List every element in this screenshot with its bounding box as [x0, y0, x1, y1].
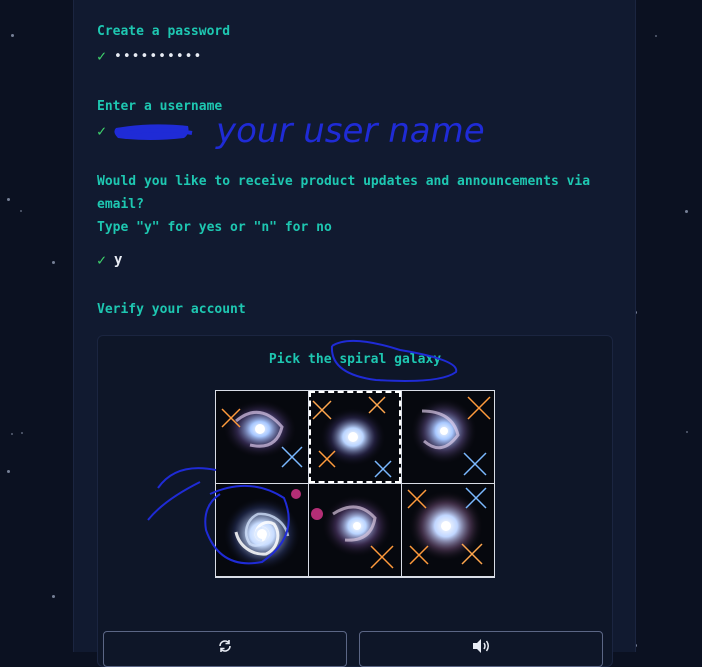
updates-question-line1: Would you like to receive product update…	[97, 174, 591, 189]
updates-instruction: Type "y" for yes or "n" for no	[97, 220, 332, 235]
star	[686, 431, 688, 433]
star	[655, 35, 657, 37]
password-value: ••••••••••	[114, 48, 203, 64]
reload-captcha-button[interactable]	[103, 631, 347, 667]
captcha-prompt: Pick the spiral galaxy	[268, 352, 442, 367]
star	[52, 595, 55, 598]
star	[52, 261, 55, 264]
star	[11, 433, 13, 435]
username-label: Enter a username	[97, 99, 223, 114]
check-icon: ✓	[97, 122, 107, 140]
galaxy-tile-3[interactable]	[402, 391, 494, 483]
star	[7, 470, 10, 473]
star	[20, 210, 22, 212]
star	[11, 34, 14, 37]
galaxy-tile-2[interactable]	[309, 391, 401, 483]
updates-question: Would you like to receive product update…	[97, 170, 590, 239]
captcha-box: Pick the spiral galaxy	[97, 335, 613, 667]
galaxy-tile-6[interactable]	[402, 484, 494, 576]
username-answer[interactable]: ✓	[97, 122, 106, 140]
verify-label: Verify your account	[97, 302, 246, 317]
galaxy-tile-5[interactable]	[309, 484, 401, 576]
updates-question-line2: email?	[97, 197, 144, 212]
captcha-grid	[215, 390, 495, 578]
updates-answer[interactable]: ✓ y	[97, 251, 122, 269]
star	[21, 432, 23, 434]
check-icon: ✓	[97, 251, 107, 269]
galaxy-tile-1[interactable]	[216, 391, 308, 483]
password-label: Create a password	[97, 24, 231, 39]
galaxy-tile-4[interactable]	[216, 484, 308, 576]
updates-value: y	[114, 252, 123, 268]
password-answer[interactable]: ✓ ••••••••••	[97, 47, 202, 65]
signup-panel: Create a password ✓ •••••••••• Enter a u…	[73, 0, 636, 667]
check-icon: ✓	[97, 47, 107, 65]
star	[685, 210, 688, 213]
star	[7, 198, 10, 201]
audio-captcha-button[interactable]	[359, 631, 603, 667]
